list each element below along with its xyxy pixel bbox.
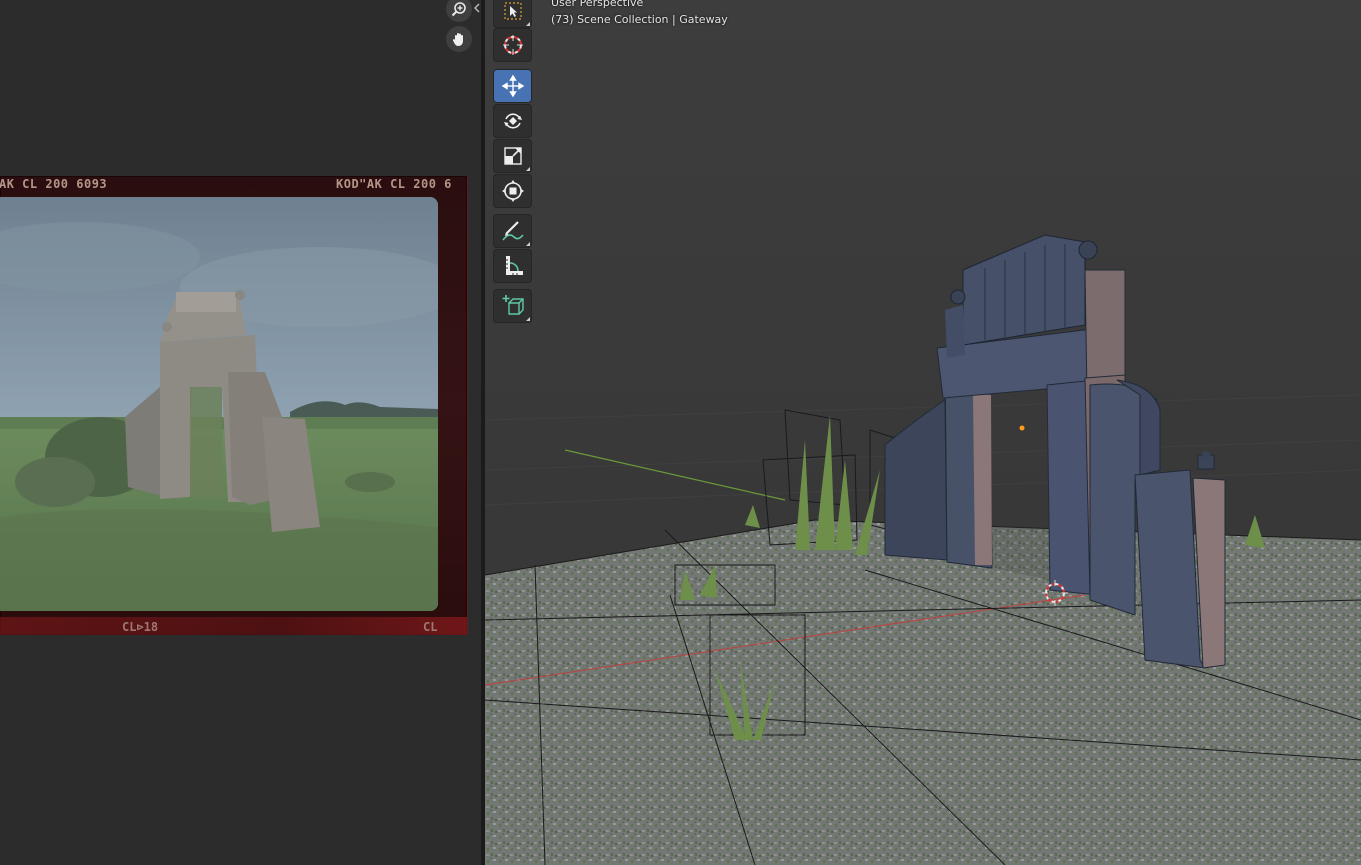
annotate-tool[interactable] — [493, 214, 532, 248]
3d-viewport[interactable]: User Perspective (73) Scene Collection |… — [485, 0, 1361, 865]
zoom-in-icon[interactable] — [446, 0, 472, 22]
transform-icon — [501, 180, 524, 202]
scene-render — [485, 0, 1361, 865]
scale-tool[interactable] — [493, 139, 532, 173]
film-edge-text-left: AK CL 200 6093 — [0, 177, 108, 191]
film-red-band — [0, 617, 467, 635]
film-edge-text-right: KOD"AK CL 200 6 — [336, 177, 452, 191]
move-tool[interactable] — [493, 69, 532, 103]
scale-icon — [503, 147, 522, 165]
rotate-tool[interactable] — [493, 104, 532, 138]
film-edge-frame-number: CL⊳18 — [122, 620, 159, 634]
pencil-curve-icon — [501, 221, 524, 241]
cursor-tool[interactable] — [493, 28, 532, 62]
cursor-box-icon — [503, 2, 522, 20]
add-cube-icon — [502, 295, 524, 315]
collection-info: (73) Scene Collection | Gateway — [551, 13, 728, 26]
view-name: User Perspective — [551, 0, 644, 9]
rotate-icon — [503, 113, 522, 129]
select-box-tool[interactable] — [493, 0, 532, 28]
reference-photo — [0, 197, 438, 611]
blender-window: AK CL 200 6093 KOD"AK CL 200 6 CL⊳18 CL — [0, 0, 1361, 865]
measure-tool[interactable] — [493, 249, 532, 283]
crosshair-cursor-icon — [502, 35, 523, 55]
move-arrows-icon — [501, 74, 524, 98]
hand-icon[interactable] — [446, 26, 472, 52]
collapse-arrow-icon[interactable] — [473, 2, 481, 14]
film-edge-text-bottom-right: CL — [423, 620, 438, 634]
image-editor-panel[interactable]: AK CL 200 6093 KOD"AK CL 200 6 CL⊳18 CL — [0, 0, 481, 865]
ruler-angle-icon — [505, 256, 523, 275]
transform-tool[interactable] — [493, 174, 532, 208]
add-cube-tool[interactable] — [493, 289, 532, 323]
